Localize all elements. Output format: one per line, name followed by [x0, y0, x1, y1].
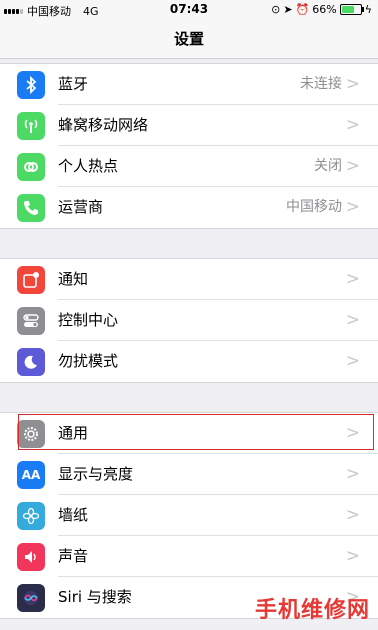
row-label: 蜂窝移动网络 [58, 116, 149, 134]
row-label: 运营商 [58, 198, 104, 216]
row-value: 关闭 [314, 158, 342, 174]
row-value: 未连接 [300, 76, 342, 92]
chevron-right-icon: > [345, 269, 360, 289]
status-right: ⊙ ➤ ⏰ 66% ϟ [271, 3, 372, 16]
chevron-right-icon: > [345, 464, 360, 484]
bluetooth-icon [17, 71, 45, 99]
status-bar: 中国移动 4G 07:43 ⊙ ➤ ⏰ 66% ϟ [0, 0, 378, 20]
group-notifications: 通知 > 控制中心 > 勿扰模式 > [0, 258, 378, 383]
row-hotspot[interactable]: 个人热点 关闭 > [0, 146, 378, 187]
row-label: 蓝牙 [58, 75, 89, 93]
row-label: 个人热点 [58, 157, 119, 175]
chevron-right-icon: > [345, 351, 360, 371]
chevron-right-icon: > [345, 546, 360, 566]
moon-icon [17, 348, 45, 376]
highlight-box [18, 414, 374, 450]
group-connectivity: 蓝牙 未连接 > 蜂窝移动网络 > 个人热点 关闭 > 运营商 中国移动 > [0, 63, 378, 229]
battery-icon [339, 4, 364, 15]
watermark: 手机维修网 [254, 598, 370, 623]
row-value: 中国移动 [286, 199, 342, 215]
battery-fill [341, 6, 354, 13]
row-label: 通知 [58, 270, 89, 288]
nav-bar: 设置 [0, 20, 378, 59]
cellular-icon [17, 112, 45, 140]
row-wallpaper[interactable]: 墙纸 > [0, 495, 378, 536]
row-carrier[interactable]: 运营商 中国移动 > [0, 187, 378, 228]
row-label: 控制中心 [58, 311, 119, 329]
alarm-icon: ⏰ [295, 3, 310, 16]
chevron-right-icon: > [345, 197, 360, 217]
display-icon: AA [17, 461, 45, 489]
chevron-right-icon: > [345, 74, 360, 94]
row-do-not-disturb[interactable]: 勿扰模式 > [0, 341, 378, 382]
row-bluetooth[interactable]: 蓝牙 未连接 > [0, 64, 378, 105]
page-title: 设置 [173, 30, 204, 48]
row-label: 勿扰模式 [58, 352, 119, 370]
row-label: 墙纸 [58, 506, 89, 524]
control-center-icon [17, 307, 45, 335]
notifications-icon [17, 266, 45, 294]
row-notifications[interactable]: 通知 > [0, 259, 378, 300]
row-label: 显示与亮度 [58, 465, 134, 483]
sound-icon [17, 543, 45, 571]
row-sounds[interactable]: 声音 > [0, 536, 378, 577]
row-display-brightness[interactable]: AA 显示与亮度 > [0, 454, 378, 495]
row-control-center[interactable]: 控制中心 > [0, 300, 378, 341]
chevron-right-icon: > [345, 115, 360, 135]
chevron-right-icon: > [345, 505, 360, 525]
row-cellular[interactable]: 蜂窝移动网络 > [0, 105, 378, 146]
phone-icon [17, 194, 45, 222]
wallpaper-icon [17, 502, 45, 530]
siri-icon [17, 584, 45, 612]
hotspot-icon [17, 153, 45, 181]
row-label: 声音 [58, 547, 89, 565]
chevron-right-icon: > [345, 156, 360, 176]
location-icon: ➤ [283, 3, 293, 16]
chevron-right-icon: > [345, 310, 360, 330]
rotation-lock-icon: ⊙ [271, 3, 281, 16]
charging-icon: ϟ [364, 3, 372, 16]
battery-percent: 66% [312, 3, 337, 16]
row-label: Siri 与搜索 [58, 588, 132, 606]
